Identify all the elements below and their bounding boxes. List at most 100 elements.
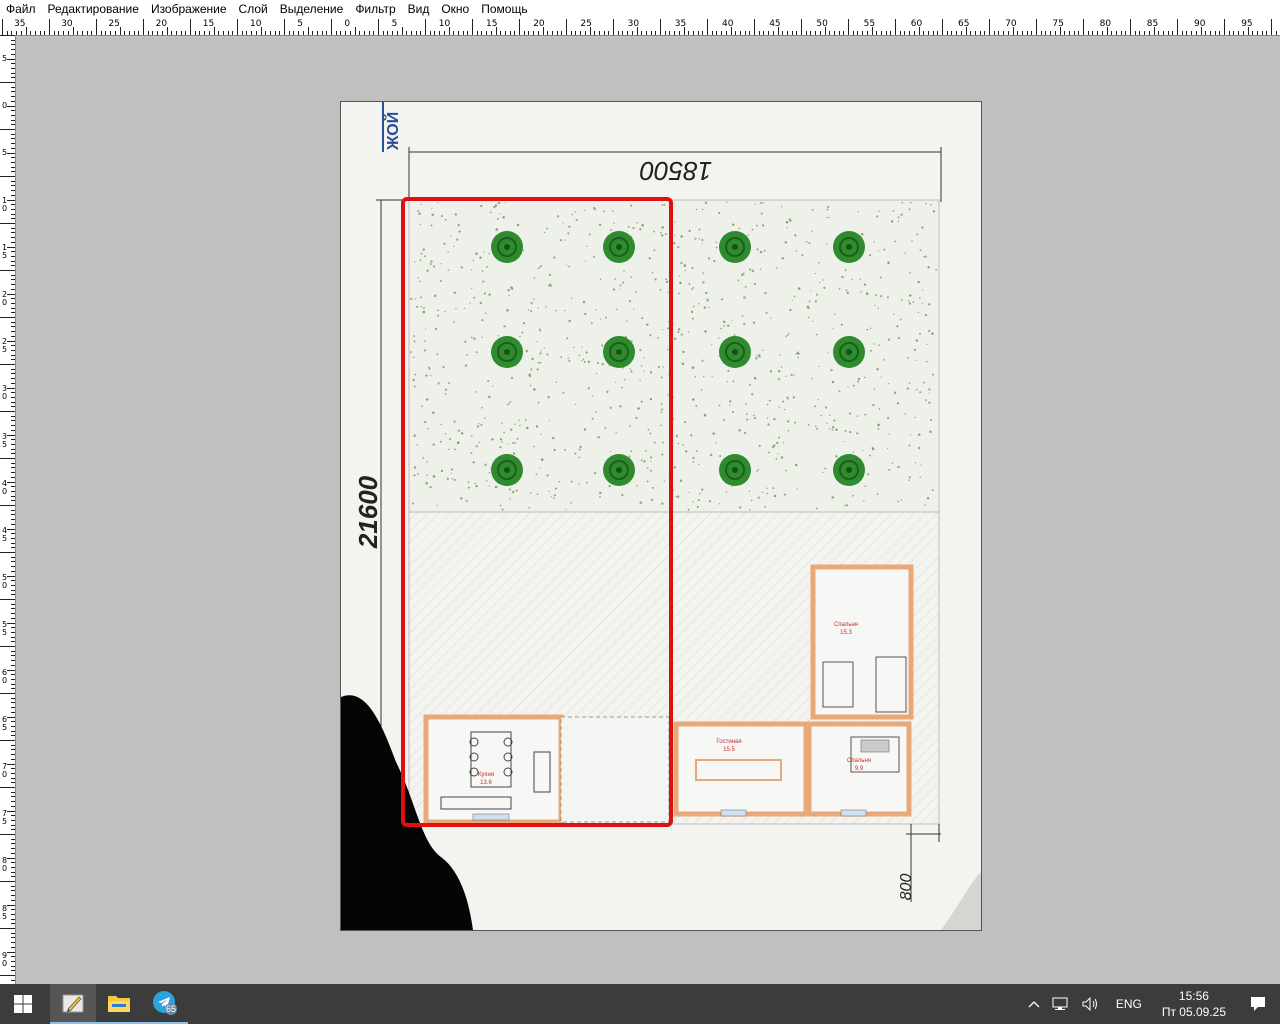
side-label: ЖОЙ bbox=[383, 112, 402, 151]
hruler-label: 85 bbox=[1146, 19, 1159, 29]
taskbar: 65 ENG 15:56 Пт 05.09.25 bbox=[0, 984, 1280, 1024]
hruler-label: 65 bbox=[958, 19, 970, 29]
vruler-label: 60 bbox=[1, 667, 8, 685]
tree-icon bbox=[833, 336, 865, 368]
telegram-button[interactable]: 65 bbox=[142, 984, 188, 1024]
start-button[interactable] bbox=[0, 984, 46, 1024]
tree-icon bbox=[491, 454, 523, 486]
hruler-label: 60 bbox=[910, 19, 923, 29]
clock-time: 15:56 bbox=[1178, 989, 1209, 1003]
tree-icon bbox=[491, 336, 523, 368]
hruler-label: 95 bbox=[1241, 19, 1253, 29]
hruler-label: 20 bbox=[533, 19, 545, 29]
file-explorer-icon bbox=[108, 996, 130, 1012]
hruler-label: 25 bbox=[580, 19, 592, 29]
hruler-label: 80 bbox=[1099, 19, 1112, 29]
vruler-label: 15 bbox=[1, 242, 8, 260]
floor-plan-photo[interactable]: ЖОЙ 18500 21600 Кухня 13.6 Гостиная 15.5… bbox=[340, 101, 982, 931]
language-indicator[interactable]: ENG bbox=[1106, 997, 1152, 1011]
menu-item-2[interactable]: Изображение bbox=[145, 0, 233, 19]
hruler-label: 10 bbox=[438, 19, 451, 29]
menu-item-3[interactable]: Слой bbox=[233, 0, 274, 19]
paint-app-button[interactable] bbox=[50, 984, 96, 1024]
tree-icon bbox=[603, 231, 635, 263]
menu-item-1[interactable]: Редактирование bbox=[42, 0, 145, 19]
tree-icon bbox=[719, 336, 751, 368]
tree-icon bbox=[491, 231, 523, 263]
hruler-label: 55 bbox=[863, 19, 876, 29]
room-label-living: Гостиная bbox=[716, 739, 741, 745]
vruler-label: 25 bbox=[1, 337, 8, 355]
floor-plan-drawing: ЖОЙ 18500 21600 Кухня 13.6 Гостиная 15.5… bbox=[341, 102, 981, 930]
dimension-height: 21600 bbox=[353, 475, 383, 549]
room-label-kitchen: Кухня bbox=[478, 772, 494, 778]
room-label-bedroom-1: Спальня bbox=[834, 622, 858, 628]
room-area-kitchen: 13.6 bbox=[480, 780, 492, 786]
menu-item-8[interactable]: Помощь bbox=[475, 0, 533, 19]
menu-item-5[interactable]: Фильтр bbox=[349, 0, 401, 19]
volume-button[interactable] bbox=[1076, 997, 1106, 1011]
tray-overflow-chevron[interactable] bbox=[1022, 1000, 1046, 1008]
vruler-label: 80 bbox=[1, 856, 8, 874]
vruler-label: 75 bbox=[1, 809, 8, 827]
horizontal-ruler[interactable]: 35 30 25 20 15 10 5 0 5 10 15 20 25 30 35 40 45 50 55 60 65 7… bbox=[0, 19, 1280, 36]
menu-item-0[interactable]: Файл bbox=[0, 0, 42, 19]
system-tray: ENG 15:56 Пт 05.09.25 bbox=[1022, 984, 1280, 1024]
start-icon bbox=[14, 995, 32, 1013]
dimension-width: 18500 bbox=[639, 156, 712, 186]
hruler-label: 45 bbox=[769, 19, 781, 29]
menu-item-4[interactable]: Выделение bbox=[274, 0, 350, 19]
telegram-badge: 65 bbox=[166, 1004, 177, 1014]
vruler-label: 10 bbox=[1, 195, 8, 213]
hruler-label: 5 bbox=[297, 19, 303, 29]
tree-icon bbox=[833, 231, 865, 263]
vruler-label: 45 bbox=[1, 526, 8, 543]
tree-icon bbox=[603, 454, 635, 486]
hruler-label: 15 bbox=[486, 19, 498, 29]
room-label-bedroom-2: Спальня bbox=[847, 758, 871, 764]
paint-app-icon bbox=[62, 994, 84, 1013]
tree-icon bbox=[719, 454, 751, 486]
chevron-up-icon bbox=[1028, 1001, 1040, 1008]
room-area-bedroom-2: 9.9 bbox=[855, 766, 864, 772]
hruler-label: 30 bbox=[61, 19, 73, 29]
hruler-label: 35 bbox=[674, 19, 687, 29]
hruler-label: 30 bbox=[627, 19, 640, 29]
notifications-button[interactable] bbox=[1236, 996, 1280, 1012]
network-button[interactable] bbox=[1046, 997, 1076, 1011]
vruler-label: 65 bbox=[1, 714, 8, 732]
menu-item-6[interactable]: Вид bbox=[402, 0, 436, 19]
hruler-label: 10 bbox=[250, 19, 262, 29]
hruler-label: 25 bbox=[108, 19, 120, 29]
vruler-label: 0 bbox=[1, 101, 8, 111]
menu-bar: Файл Редактирование Изображение Слой Выделен… bbox=[0, 0, 1280, 19]
vruler-label: 20 bbox=[1, 290, 8, 307]
menu-item-7[interactable]: Окно bbox=[435, 0, 475, 19]
speaker-icon bbox=[1082, 997, 1097, 1011]
clock-date: Пт 05.09.25 bbox=[1161, 1005, 1226, 1019]
vruler-label: 40 bbox=[1, 478, 8, 496]
file-explorer-button[interactable] bbox=[96, 984, 142, 1024]
tree-icon bbox=[833, 454, 865, 486]
hruler-label: 5 bbox=[391, 19, 398, 29]
network-icon bbox=[1052, 997, 1068, 1010]
hruler-label: 20 bbox=[155, 19, 168, 29]
dimension-offset: 800 bbox=[898, 874, 915, 901]
vertical-ruler[interactable]: 5051015202530354045505560657075808590 bbox=[0, 35, 16, 984]
vruler-label: 30 bbox=[1, 384, 8, 402]
hruler-label: 35 bbox=[14, 19, 26, 29]
vruler-label: 35 bbox=[1, 431, 8, 449]
clock[interactable]: 15:56 Пт 05.09.25 bbox=[1152, 988, 1236, 1020]
vruler-label: 50 bbox=[1, 573, 8, 591]
vruler-label: 85 bbox=[1, 903, 8, 921]
vruler-label: 5 bbox=[1, 54, 8, 63]
tree-icon bbox=[603, 336, 635, 368]
hruler-label: 40 bbox=[722, 19, 734, 29]
notification-icon bbox=[1251, 997, 1265, 1011]
hruler-label: 90 bbox=[1194, 19, 1206, 29]
hruler-label: 15 bbox=[202, 19, 215, 29]
vruler-label: 70 bbox=[1, 762, 8, 779]
vruler-label: 5 bbox=[1, 148, 8, 158]
vruler-label: 55 bbox=[1, 620, 8, 638]
hruler-label: 50 bbox=[816, 19, 828, 29]
